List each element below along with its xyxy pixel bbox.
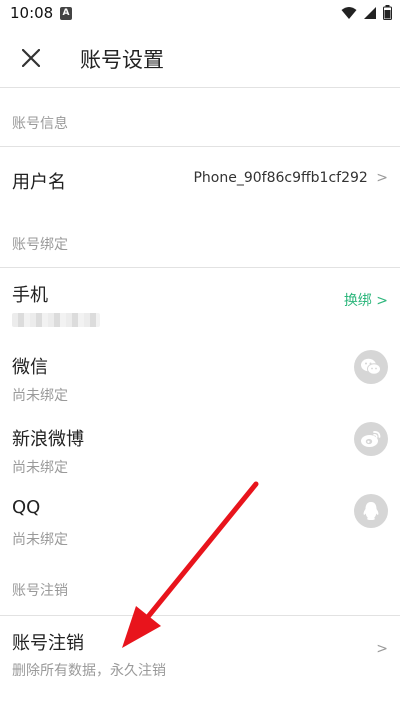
chevron-right-icon: > (376, 170, 388, 186)
wechat-icon (361, 358, 381, 375)
qq-bind-button[interactable] (354, 494, 388, 528)
wechat-label: 微信 (12, 357, 48, 378)
qq-row[interactable]: QQ 尚未绑定 (0, 484, 400, 556)
section-header-account-cancel: 账号注销 (0, 556, 400, 616)
signal-icon (364, 6, 376, 19)
battery-icon (383, 5, 392, 20)
status-bar: 10:08 A (0, 0, 400, 28)
close-icon (22, 49, 40, 67)
qq-status: 尚未绑定 (12, 532, 68, 548)
section-label: 账号注销 (12, 583, 68, 599)
wifi-icon (341, 6, 357, 19)
qq-label: QQ (12, 497, 41, 518)
cancel-account-desc: 删除所有数据，永久注销 (12, 663, 166, 679)
username-label: 用户名 (12, 172, 66, 193)
phone-number-masked (12, 313, 100, 327)
page-title: 账号设置 (80, 48, 164, 72)
weibo-status: 尚未绑定 (12, 460, 68, 476)
cancel-account-label: 账号注销 (12, 633, 84, 654)
wechat-row[interactable]: 微信 尚未绑定 (0, 340, 400, 412)
weibo-label: 新浪微博 (12, 429, 84, 450)
wechat-bind-button[interactable] (354, 350, 388, 384)
section-label: 账号信息 (12, 116, 68, 132)
wechat-status: 尚未绑定 (12, 388, 68, 404)
username-value-wrap: Phone_90f86c9ffb1cf292 > (193, 170, 388, 186)
username-value: Phone_90f86c9ffb1cf292 (193, 170, 368, 186)
cancel-account-row[interactable]: 账号注销 删除所有数据，永久注销 > (0, 617, 400, 689)
chevron-right-icon: > (376, 641, 388, 657)
rebind-phone-link[interactable]: 换绑 > (344, 290, 388, 310)
username-row[interactable]: 用户名 Phone_90f86c9ffb1cf292 > (0, 148, 400, 210)
weibo-icon (361, 431, 381, 447)
section-header-account-binding: 账号绑定 (0, 210, 400, 268)
weibo-bind-button[interactable] (354, 422, 388, 456)
section-header-account-info: 账号信息 (0, 89, 400, 147)
status-time: 10:08 (10, 4, 54, 22)
phone-label: 手机 (12, 285, 48, 306)
phone-row[interactable]: 手机 换绑 > (0, 268, 400, 340)
weibo-row[interactable]: 新浪微博 尚未绑定 (0, 412, 400, 484)
qq-icon (363, 502, 379, 520)
notification-icon: A (60, 7, 72, 20)
section-label: 账号绑定 (12, 237, 68, 253)
status-icons (341, 5, 392, 20)
close-button[interactable] (16, 43, 46, 73)
app-bar: 账号设置 (0, 28, 400, 88)
